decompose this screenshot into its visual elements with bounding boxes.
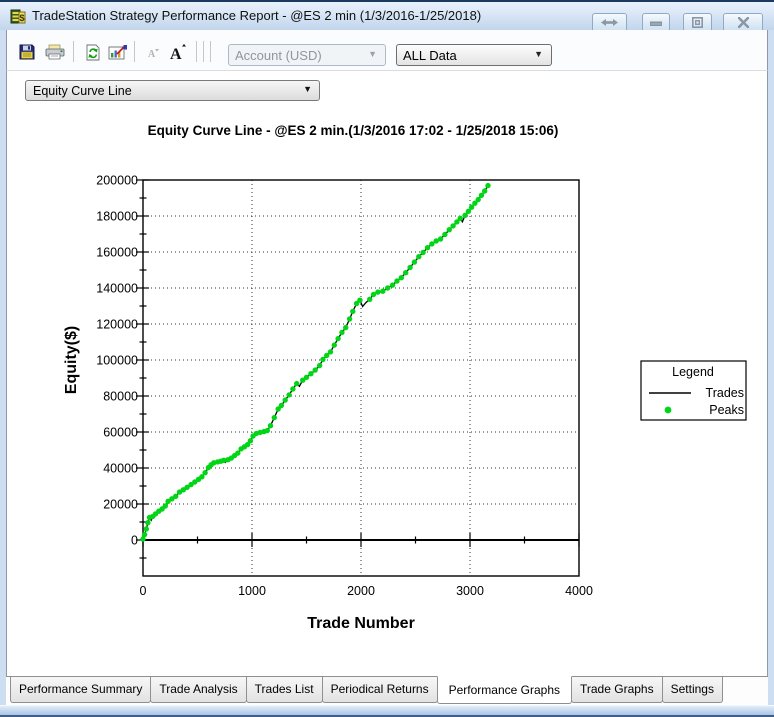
graph-type-combo-value: Equity Curve Line	[33, 84, 132, 98]
account-combo[interactable]: Account (USD) ▼	[228, 44, 386, 66]
font-increase-button[interactable]: A	[167, 43, 189, 61]
refresh-button[interactable]	[82, 43, 104, 61]
print-icon	[45, 44, 65, 60]
tab-trade-graphs[interactable]: Trade Graphs	[571, 677, 663, 703]
toolbar-separator	[210, 41, 211, 62]
tab-trades-list[interactable]: Trades List	[246, 677, 323, 703]
svg-text:Trade Number: Trade Number	[307, 615, 415, 632]
font-increase-icon: A	[168, 43, 188, 61]
minimize-icon	[650, 18, 662, 27]
tab-performance-summary[interactable]: Performance Summary	[10, 677, 151, 703]
export-chart-icon	[108, 44, 128, 61]
window-title: TradeStation Strategy Performance Report…	[32, 2, 481, 30]
svg-text:2000: 2000	[347, 584, 375, 598]
svg-text:0: 0	[131, 534, 138, 548]
toolbar-separator	[196, 41, 197, 62]
graph-type-combo[interactable]: Equity Curve Line ▼	[25, 80, 320, 101]
toolbar-separator	[203, 41, 204, 62]
svg-text:3000: 3000	[456, 584, 484, 598]
svg-text:100000: 100000	[96, 354, 138, 368]
font-decrease-icon: A	[144, 45, 160, 59]
restore-icon	[692, 17, 703, 28]
svg-text:0: 0	[140, 584, 147, 598]
app-icon: $	[10, 8, 27, 25]
svg-text:Legend: Legend	[672, 365, 714, 379]
svg-text:80000: 80000	[103, 390, 138, 404]
svg-text:180000: 180000	[96, 210, 138, 224]
tab-settings[interactable]: Settings	[662, 677, 723, 703]
svg-text:A: A	[148, 49, 156, 59]
data-range-combo[interactable]: ALL Data ▼	[396, 44, 552, 66]
equity-curve-chart: 0200004000060000800001000001200001400001…	[0, 110, 774, 670]
svg-text:Trades: Trades	[706, 386, 744, 400]
svg-text:200000: 200000	[96, 174, 138, 188]
svg-text:A: A	[170, 46, 182, 61]
svg-text:120000: 120000	[96, 318, 138, 332]
svg-text:$: $	[19, 13, 24, 23]
double-arrow-icon	[601, 18, 618, 27]
data-range-combo-value: ALL Data	[403, 48, 457, 63]
toolbar-separator	[134, 41, 135, 62]
report-tab-bar: Performance Summary Trade Analysis Trade…	[6, 677, 768, 705]
refresh-icon	[85, 44, 101, 61]
print-button[interactable]	[44, 43, 66, 61]
svg-text:1000: 1000	[238, 584, 266, 598]
svg-text:20000: 20000	[103, 498, 138, 512]
svg-text:60000: 60000	[103, 426, 138, 440]
close-icon	[738, 17, 749, 28]
svg-text:160000: 160000	[96, 246, 138, 260]
svg-text:4000: 4000	[565, 584, 593, 598]
svg-text:40000: 40000	[103, 462, 138, 476]
svg-text:Equity($): Equity($)	[63, 326, 80, 394]
save-button[interactable]	[16, 43, 38, 61]
save-icon	[19, 44, 35, 60]
window-border-bottom	[0, 705, 774, 717]
toolbar-separator	[73, 41, 74, 62]
chevron-down-icon: ▼	[368, 49, 377, 59]
tab-performance-graphs[interactable]: Performance Graphs	[437, 676, 572, 704]
svg-text:140000: 140000	[96, 282, 138, 296]
font-decrease-button[interactable]: A	[141, 43, 163, 61]
export-chart-button[interactable]	[107, 43, 129, 61]
chevron-down-icon: ▼	[303, 84, 312, 94]
tab-trade-analysis[interactable]: Trade Analysis	[150, 677, 246, 703]
chevron-down-icon: ▼	[534, 49, 543, 59]
svg-text:Peaks: Peaks	[709, 403, 744, 417]
tab-periodical-returns[interactable]: Periodical Returns	[322, 677, 438, 703]
toolbar: A A Account (USD) ▼ ALL Data ▼	[6, 30, 768, 71]
tradestation-report-window: $ TradeStation Strategy Performance Repo…	[0, 0, 774, 717]
account-combo-value: Account (USD)	[235, 48, 322, 63]
